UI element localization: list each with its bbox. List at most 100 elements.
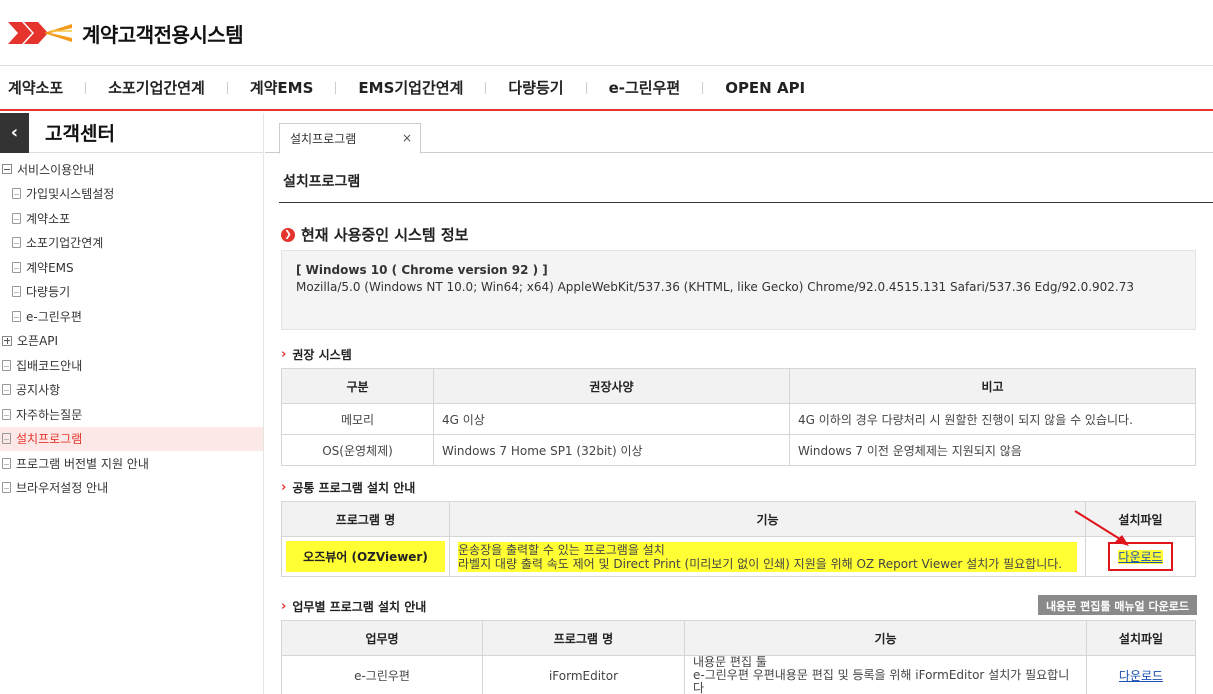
sidebar-item-browser-settings[interactable]: 브라우저설정 안내 bbox=[0, 476, 263, 501]
site-header: 계약고객전용시스템 bbox=[0, 0, 1213, 66]
expand-icon[interactable] bbox=[2, 335, 12, 346]
document-icon bbox=[12, 286, 21, 298]
page-title: 설치프로그램 bbox=[283, 174, 361, 190]
program-description: 운송장을 출력할 수 있는 프로그램을 설치 라벨지 대량 출력 속도 제어 및… bbox=[458, 541, 1077, 572]
table-cell: 4G 이상 bbox=[433, 403, 790, 435]
sidebar-tree: 서비스이용안내 가입및시스템설정 계약소포 소포기업간연계 계약EMS 다량등기… bbox=[0, 153, 263, 500]
sidebar-item-label: 소포기업간연계 bbox=[26, 236, 104, 251]
chevron-right-icon: › bbox=[281, 599, 287, 614]
document-icon bbox=[2, 408, 11, 420]
sidebar-item-parcel[interactable]: 계약소포 bbox=[0, 206, 263, 231]
document-icon bbox=[2, 457, 11, 469]
download-link[interactable]: 다운로드 bbox=[1118, 550, 1163, 564]
business-program-table: 업무명 프로그램 명 기능 설치파일 e-그린우편 iFormEditor 내용… bbox=[281, 620, 1196, 694]
nav-parcel[interactable]: 계약소포 bbox=[8, 77, 63, 98]
section-title: 업무별 프로그램 설치 안내 bbox=[292, 600, 427, 614]
table-cell: 오즈뷰어 (OZViewer) bbox=[281, 536, 450, 577]
collapse-icon[interactable] bbox=[2, 164, 12, 175]
nav-e-green-mail[interactable]: e-그린우편 bbox=[609, 77, 681, 98]
table-cell: iFormEditor bbox=[482, 655, 685, 694]
table-row: 메모리 4G 이상 4G 이하의 경우 다량처리 시 원할한 진행이 되지 않을… bbox=[281, 403, 1196, 435]
sidebar-item-bulk-registered[interactable]: 다량등기 bbox=[0, 280, 263, 305]
title-divider bbox=[279, 202, 1213, 203]
sidebar-item-label: 설치프로그램 bbox=[16, 432, 83, 447]
chevron-right-icon: › bbox=[281, 347, 287, 362]
sidebar-item-label: 서비스이용안내 bbox=[17, 162, 95, 177]
table-cell: OS(운영체제) bbox=[281, 434, 434, 466]
common-program-table: 프로그램 명 기능 설치파일 오즈뷰어 (OZViewer) 운송장을 출력할 … bbox=[281, 501, 1196, 577]
table-header-row: 구분 권장사양 비고 bbox=[281, 368, 1196, 404]
nav-divider bbox=[702, 81, 704, 94]
sidebar-item-install-program[interactable]: 설치프로그램 bbox=[0, 426, 263, 451]
tab-bar: 설치프로그램 × bbox=[265, 113, 1213, 154]
nav-ems-b2b[interactable]: EMS기업간연계 bbox=[358, 77, 463, 98]
recommended-table: 구분 권장사양 비고 메모리 4G 이상 4G 이하의 경우 다량처리 시 원할… bbox=[281, 368, 1196, 466]
document-icon bbox=[12, 188, 21, 200]
nav-divider bbox=[585, 81, 587, 94]
sidebar-item-label: 계약EMS bbox=[26, 260, 74, 275]
column-header: 프로그램 명 bbox=[482, 620, 685, 656]
table-header-row: 업무명 프로그램 명 기능 설치파일 bbox=[281, 620, 1196, 656]
table-cell: 4G 이하의 경우 다량처리 시 원할한 진행이 되지 않을 수 있습니다. bbox=[789, 403, 1196, 435]
sidebar-item-zip-code[interactable]: 집배코드안내 bbox=[0, 353, 263, 378]
nav-divider bbox=[485, 81, 487, 94]
main-content: 설치프로그램 × 설치프로그램 ❯ 현재 사용중인 시스템 정보 [ Windo… bbox=[265, 113, 1213, 694]
description-line: 라벨지 대량 출력 속도 제어 및 Direct Print (미리보기 없이 … bbox=[458, 556, 1063, 571]
table-cell: 메모리 bbox=[281, 403, 434, 435]
sidebar-item-service-guide[interactable]: 서비스이용안내 bbox=[0, 157, 263, 182]
table-row: 오즈뷰어 (OZViewer) 운송장을 출력할 수 있는 프로그램을 설치 라… bbox=[281, 536, 1196, 577]
nav-divider bbox=[85, 81, 87, 94]
nav-ems[interactable]: 계약EMS bbox=[250, 77, 314, 98]
document-icon bbox=[12, 310, 21, 322]
section-title: 현재 사용중인 시스템 정보 bbox=[301, 226, 469, 244]
sidebar-item-e-green-mail[interactable]: e-그린우편 bbox=[0, 304, 263, 329]
sidebar-item-parcel-b2b[interactable]: 소포기업간연계 bbox=[0, 231, 263, 256]
nav-bulk-registered[interactable]: 다량등기 bbox=[508, 77, 563, 98]
document-icon bbox=[12, 212, 21, 224]
sidebar-item-version-support[interactable]: 프로그램 버전별 지원 안내 bbox=[0, 451, 263, 476]
sidebar-item-open-api[interactable]: 오픈API bbox=[0, 329, 263, 354]
logo[interactable]: 계약고객전용시스템 bbox=[8, 18, 244, 48]
sidebar-item-faq[interactable]: 자주하는질문 bbox=[0, 402, 263, 427]
sidebar-item-label: 브라우저설정 안내 bbox=[16, 481, 109, 496]
recommended-heading: › 권장 시스템 bbox=[281, 346, 352, 363]
column-header: 업무명 bbox=[281, 620, 483, 656]
sidebar-item-label: 공지사항 bbox=[16, 383, 61, 398]
sidebar-item-label: 프로그램 버전별 지원 안내 bbox=[16, 456, 149, 471]
table-cell: e-그린우편 bbox=[281, 655, 483, 694]
column-header: 기능 bbox=[684, 620, 1087, 656]
sidebar-header: ‹ 고객센터 bbox=[0, 112, 263, 153]
chevron-right-icon: ❯ bbox=[281, 227, 295, 242]
table-header-row: 프로그램 명 기능 설치파일 bbox=[281, 501, 1196, 537]
nav-divider bbox=[335, 81, 337, 94]
nav-parcel-b2b[interactable]: 소포기업간연계 bbox=[108, 77, 205, 98]
section-title: 공통 프로그램 설치 안내 bbox=[292, 481, 416, 495]
section-title: 권장 시스템 bbox=[292, 348, 352, 362]
annotation-arrow-icon bbox=[1074, 510, 1129, 546]
chevron-right-icon: › bbox=[281, 480, 287, 495]
manual-download-button[interactable]: 내용문 편집툴 매뉴얼 다운로드 bbox=[1037, 595, 1197, 615]
document-icon bbox=[2, 359, 11, 371]
table-cell: 운송장을 출력할 수 있는 프로그램을 설치 라벨지 대량 출력 속도 제어 및… bbox=[449, 536, 1086, 577]
sidebar-item-label: 집배코드안내 bbox=[16, 358, 83, 373]
document-icon bbox=[2, 384, 11, 396]
description-line: e-그린우편 우편내용문 편집 및 등록을 위해 iFormEditor 설치가… bbox=[693, 668, 1070, 694]
sidebar-title: 고객센터 bbox=[45, 123, 115, 145]
document-icon bbox=[2, 433, 11, 445]
sidebar-item-notice[interactable]: 공지사항 bbox=[0, 378, 263, 403]
sidebar-item-signup[interactable]: 가입및시스템설정 bbox=[0, 182, 263, 207]
chevron-left-icon[interactable]: ‹ bbox=[0, 112, 29, 153]
column-header: 기능 bbox=[449, 501, 1086, 537]
sidebar-item-label: 다량등기 bbox=[26, 285, 71, 300]
column-header: 프로그램 명 bbox=[281, 501, 450, 537]
sidebar-item-label: 자주하는질문 bbox=[16, 407, 83, 422]
download-link[interactable]: 다운로드 bbox=[1119, 669, 1163, 683]
close-icon[interactable]: × bbox=[402, 131, 412, 145]
table-row: e-그린우편 iFormEditor 내용문 편집 툴 e-그린우편 우편내용문… bbox=[281, 655, 1196, 694]
sidebar-item-ems[interactable]: 계약EMS bbox=[0, 255, 263, 280]
nav-open-api[interactable]: OPEN API bbox=[725, 79, 805, 97]
column-header: 비고 bbox=[789, 368, 1196, 404]
tab-label: 설치프로그램 bbox=[290, 132, 357, 146]
column-header: 설치파일 bbox=[1086, 620, 1196, 656]
tab-install-program[interactable]: 설치프로그램 × bbox=[279, 123, 421, 154]
